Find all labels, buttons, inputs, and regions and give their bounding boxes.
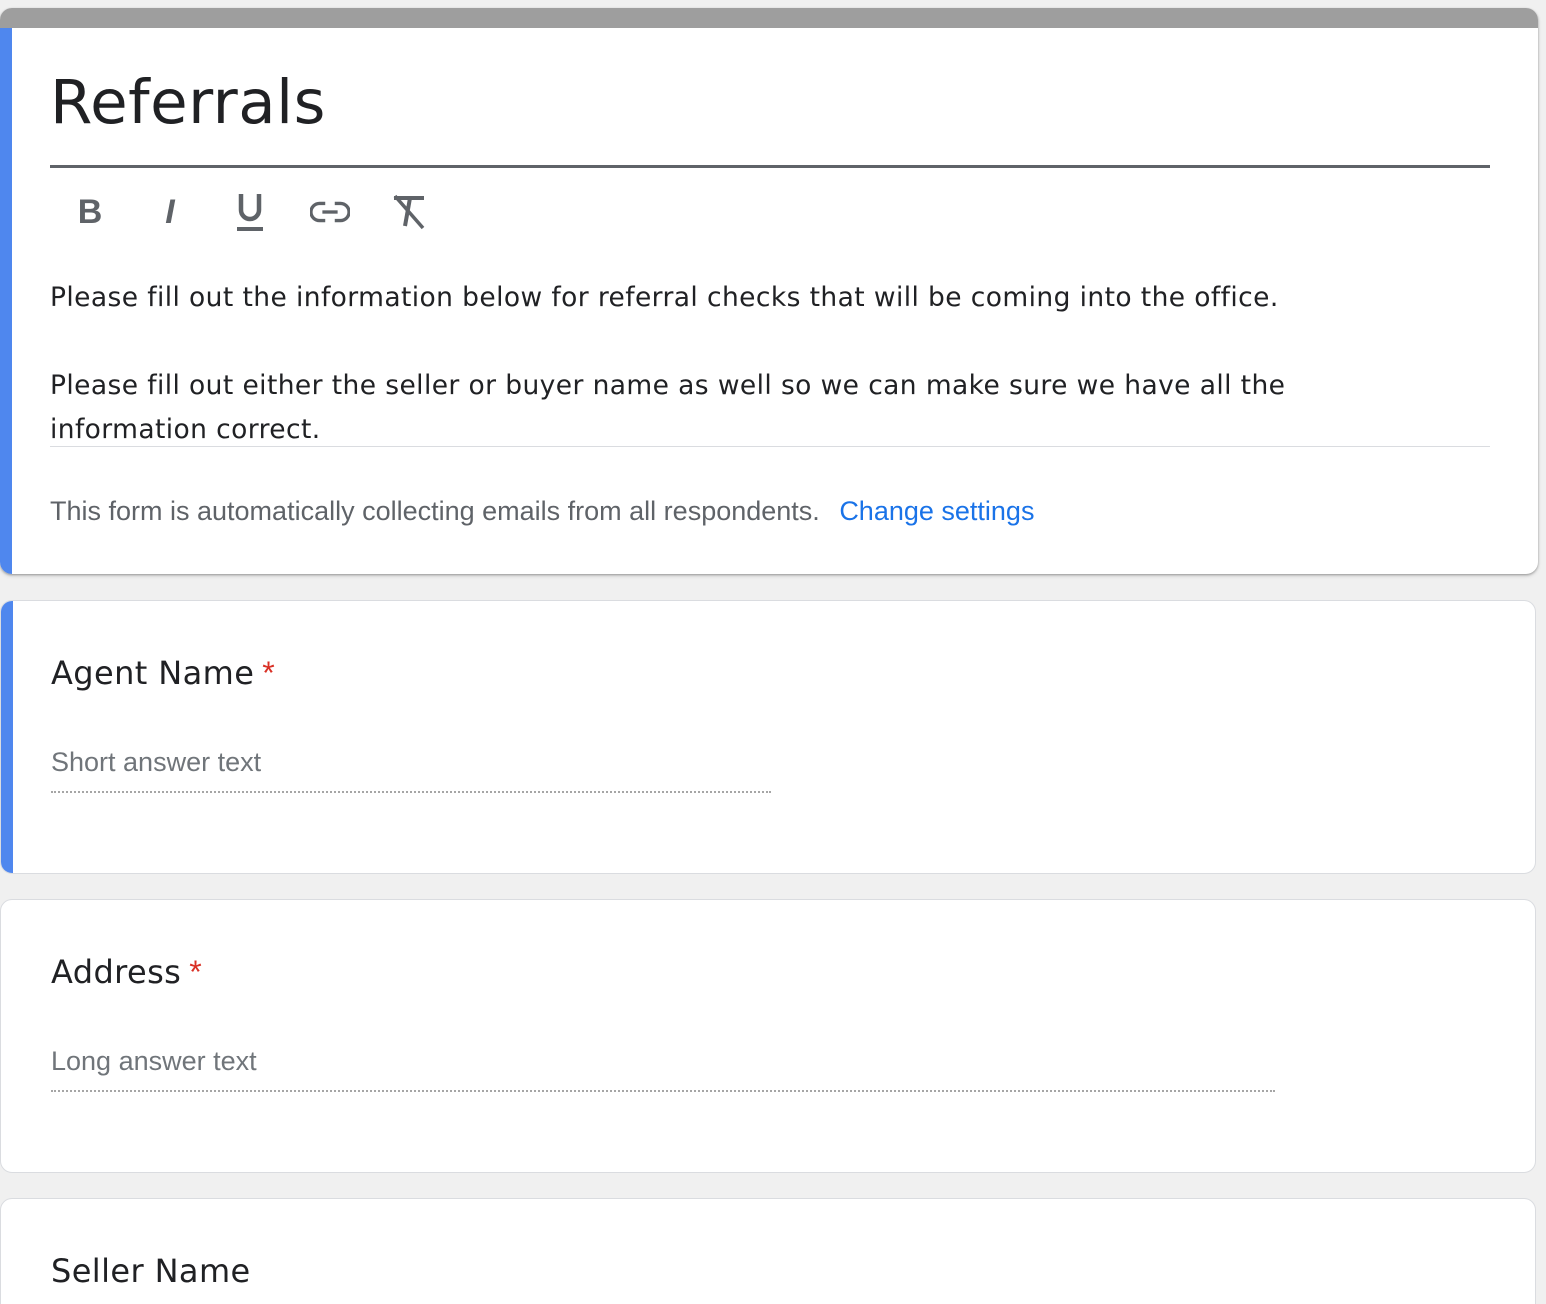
short-answer-placeholder: Short answer text (51, 747, 262, 777)
link-icon (310, 201, 350, 223)
required-asterisk: * (262, 655, 276, 691)
underline-icon (237, 194, 263, 231)
italic-button[interactable]: I (150, 192, 190, 232)
clear-formatting-icon (393, 194, 425, 230)
question-card-address[interactable]: Address * Long answer text (0, 899, 1536, 1173)
question-title: Address * (51, 956, 202, 988)
question-title-text: Agent Name (51, 654, 255, 692)
email-notice-text: This form is automatically collecting em… (50, 496, 820, 526)
question-card-agent-name[interactable]: Agent Name * Short answer text (0, 600, 1536, 874)
email-collection-notice: This form is automatically collecting em… (50, 496, 1034, 527)
clear-formatting-button[interactable] (390, 192, 430, 232)
bold-button[interactable]: B (70, 192, 110, 232)
question-title: Agent Name * (51, 657, 275, 689)
bold-icon: B (77, 192, 103, 231)
form-title-input[interactable]: Referrals (50, 72, 326, 133)
description-line: Please fill out either the seller or buy… (50, 370, 1286, 401)
underline-button[interactable] (230, 192, 270, 232)
required-asterisk: * (189, 954, 203, 990)
question-title-text: Seller Name (51, 1252, 251, 1290)
description-blank-line (50, 320, 1490, 364)
question-title-text: Address (51, 953, 182, 991)
long-answer-placeholder: Long answer text (51, 1046, 257, 1076)
link-button[interactable] (310, 192, 350, 232)
question-card-seller-name[interactable]: Seller Name (0, 1198, 1536, 1304)
form-description-input[interactable]: Please fill out the information below fo… (50, 276, 1490, 452)
form-header-card[interactable]: Referrals B I Please fill out the inform… (0, 8, 1538, 574)
answer-line (51, 791, 771, 793)
italic-icon: I (165, 192, 175, 231)
answer-line (51, 1090, 1275, 1092)
form-editor-page: Referrals B I Please fill out the inform… (0, 0, 1546, 1304)
question-title: Seller Name (51, 1255, 251, 1287)
description-underline (50, 446, 1490, 447)
change-settings-link[interactable]: Change settings (839, 496, 1034, 526)
focus-indicator (1, 601, 13, 873)
focus-indicator (0, 28, 12, 574)
header-color-bar (0, 8, 1538, 28)
description-line: Please fill out the information below fo… (50, 282, 1279, 313)
title-underline (50, 165, 1490, 168)
